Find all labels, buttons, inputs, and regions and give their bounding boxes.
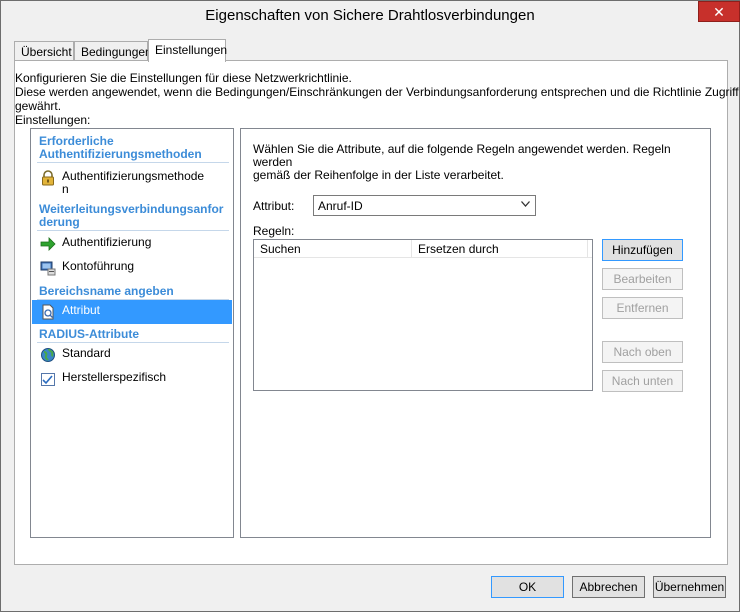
nav-item-attribute[interactable]: Attribut	[32, 300, 232, 324]
policy-description: Konfigurieren Sie die Einstellungen für …	[15, 71, 739, 113]
nav-item-vendor-specific[interactable]: Herstellerspezifisch	[32, 367, 232, 391]
intro-text: Wählen Sie die Attribute, auf die folgen…	[253, 143, 693, 182]
tab-settings[interactable]: Einstellungen	[148, 39, 227, 62]
ok-button[interactable]: OK	[491, 576, 564, 598]
remove-button[interactable]: Entfernen	[602, 297, 683, 319]
group-radius-attributes: RADIUS-Attribute	[39, 327, 139, 341]
intro-line-1: Wählen Sie die Attribute, auf die folgen…	[253, 142, 671, 169]
close-button[interactable]: ✕	[698, 1, 740, 22]
globe-icon	[40, 347, 56, 363]
cancel-button[interactable]: Abbrechen	[572, 576, 645, 598]
green-arrow-icon	[40, 236, 56, 252]
apply-button[interactable]: Übernehmen	[653, 576, 726, 598]
rules-label: Regeln:	[253, 224, 295, 238]
nav-item-authentication[interactable]: Authentifizierung	[32, 232, 232, 256]
group-divider	[37, 162, 229, 163]
nav-item-standard[interactable]: Standard	[32, 343, 232, 367]
description-line-2: Diese werden angewendet, wenn die Beding…	[15, 85, 739, 113]
rules-list-header: Suchen Ersetzen durch	[254, 240, 592, 258]
move-down-button[interactable]: Nach unten	[602, 370, 683, 392]
column-header-find[interactable]: Suchen	[254, 240, 412, 258]
attribute-settings-panel: Wählen Sie die Attribute, auf die folgen…	[240, 128, 711, 538]
settings-label: Einstellungen:	[15, 113, 91, 127]
description-line-1: Konfigurieren Sie die Einstellungen für …	[15, 71, 352, 85]
attribute-icon	[40, 304, 56, 320]
computer-icon	[40, 260, 56, 276]
settings-nav-tree: Erforderliche Authentifizierungsmethoden…	[30, 128, 234, 538]
chevron-down-icon	[521, 199, 530, 210]
group-required-auth-methods: Erforderliche Authentifizierungsmethoden	[39, 135, 202, 161]
group-heading-line-2: Authentifizierungsmethoden	[39, 147, 202, 161]
nav-item-accounting[interactable]: Kontoführung	[32, 256, 232, 280]
nav-item-label: Kontoführung	[62, 259, 135, 273]
group-divider	[37, 230, 229, 231]
attribute-label: Attribut:	[253, 199, 295, 213]
tab-overview[interactable]: Übersicht	[14, 41, 74, 61]
column-header-replace[interactable]: Ersetzen durch	[412, 240, 588, 258]
lock-icon	[40, 170, 56, 186]
group-realm-name: Bereichsname angeben	[39, 284, 174, 298]
nav-item-label: Standard	[62, 346, 111, 360]
move-up-button[interactable]: Nach oben	[602, 341, 683, 363]
attribute-dropdown[interactable]: Anruf-ID	[313, 195, 536, 216]
nav-item-auth-methods[interactable]: Authentifizierungsmethode n	[32, 166, 232, 196]
attribute-dropdown-value: Anruf-ID	[318, 199, 363, 213]
properties-dialog: Eigenschaften von Sichere Drahtlosverbin…	[0, 0, 740, 612]
group-forwarding-request: Weiterleitungsverbindungsanfor derung	[39, 203, 223, 229]
window-title: Eigenschaften von Sichere Drahtlosverbin…	[205, 7, 535, 24]
nav-item-label: Authentifizierung	[62, 235, 152, 249]
intro-line-2: gemäß der Reihenfolge in der Liste verar…	[253, 168, 504, 182]
nav-item-label: Herstellerspezifisch	[62, 370, 167, 384]
add-button[interactable]: Hinzufügen	[602, 239, 683, 261]
group-heading-line-2: derung	[39, 215, 80, 229]
nav-item-label: Authentifizierungsmethode n	[62, 169, 205, 196]
nav-item-label: Attribut	[62, 303, 101, 317]
checklist-icon	[40, 371, 56, 387]
title-bar: Eigenschaften von Sichere Drahtlosverbin…	[1, 1, 740, 32]
rules-list[interactable]: Suchen Ersetzen durch	[253, 239, 593, 391]
tab-conditions[interactable]: Bedingungen	[74, 41, 152, 61]
edit-button[interactable]: Bearbeiten	[602, 268, 683, 290]
